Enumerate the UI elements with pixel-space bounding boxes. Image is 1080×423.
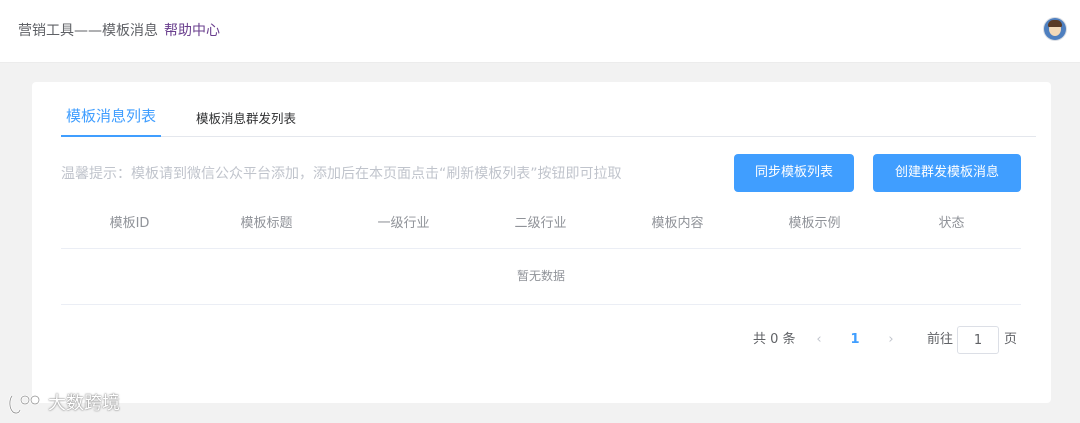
top-bar: 营销工具——模板消息 帮助中心 bbox=[0, 0, 1080, 63]
column-header-primary-industry: 一级行业 bbox=[377, 216, 430, 231]
column-header-status: 状态 bbox=[938, 216, 965, 231]
empty-state: 暂无数据 bbox=[61, 248, 1021, 305]
create-broadcast-button[interactable]: 创建群发模板消息 bbox=[873, 154, 1021, 192]
avatar-hair bbox=[1048, 20, 1062, 27]
column-header-template-example: 模板示例 bbox=[788, 216, 841, 231]
table-header: 模板ID 模板标题 一级行业 二级行业 模板内容 模板示例 状态 bbox=[61, 206, 1021, 249]
breadcrumb-text: 营销工具——模板消息 bbox=[18, 23, 158, 39]
column-header-template-title: 模板标题 bbox=[240, 216, 293, 231]
tab-template-list[interactable]: 模板消息列表 bbox=[60, 108, 162, 137]
page-number-1[interactable]: 1 bbox=[848, 328, 862, 356]
watermark: 大数跨境 bbox=[8, 389, 120, 419]
tab-broadcast-list[interactable]: 模板消息群发列表 bbox=[196, 110, 296, 138]
next-page-icon[interactable]: › bbox=[884, 328, 898, 356]
column-header-secondary-industry: 二级行业 bbox=[514, 216, 567, 231]
help-center-link[interactable]: 帮助中心 bbox=[164, 23, 220, 39]
hint-text: 温馨提示：模板请到微信公众平台添加，添加后在本页面点击“刷新模板列表”按钮即可拉… bbox=[61, 166, 622, 182]
goto-page-input[interactable] bbox=[957, 326, 999, 354]
avatar[interactable] bbox=[1044, 18, 1066, 40]
sync-template-list-button[interactable]: 同步模板列表 bbox=[734, 154, 854, 192]
tab-bar: 模板消息列表 模板消息群发列表 bbox=[60, 108, 1036, 138]
page-unit-label: 页 bbox=[1004, 332, 1018, 347]
watermark-logo-icon bbox=[8, 394, 41, 415]
pagination-total: 共 0 条 bbox=[753, 332, 796, 347]
column-header-template-id: 模板ID bbox=[109, 216, 150, 231]
breadcrumb: 营销工具——模板消息 帮助中心 bbox=[18, 21, 220, 41]
content-card: 模板消息列表 模板消息群发列表 温馨提示：模板请到微信公众平台添加，添加后在本页… bbox=[32, 82, 1051, 403]
goto-label: 前往 bbox=[927, 332, 954, 347]
watermark-text: 大数跨境 bbox=[48, 393, 120, 414]
column-header-template-content: 模板内容 bbox=[651, 216, 704, 231]
prev-page-icon[interactable]: ‹ bbox=[812, 328, 826, 356]
